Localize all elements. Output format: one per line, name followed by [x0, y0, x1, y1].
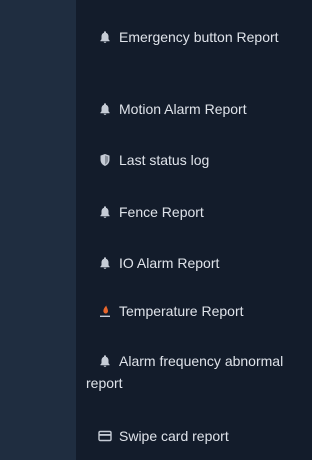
menu-item-alarm-frequency-abnormal-report[interactable]: Alarm frequency abnormal report	[86, 350, 308, 394]
shield-icon	[98, 153, 112, 167]
sidebar-frame: Emergency button Report Motion Alarm Rep…	[0, 0, 323, 460]
menu-item-label: Alarm frequency abnormal report	[86, 353, 284, 391]
bell-icon	[98, 102, 112, 116]
sidebar-rail	[0, 0, 76, 460]
bell-icon	[98, 205, 112, 219]
menu-item-swipe-card-report[interactable]: Swipe card report	[86, 425, 308, 447]
menu-item-temperature-report[interactable]: Temperature Report	[86, 300, 308, 322]
menu-item-last-status-log[interactable]: Last status log	[86, 149, 308, 171]
bell-icon	[98, 354, 112, 368]
menu-item-label: Fence Report	[119, 204, 204, 220]
menu-item-label: Temperature Report	[119, 303, 244, 319]
menu-item-io-alarm-report[interactable]: IO Alarm Report	[86, 252, 308, 274]
menu-item-emergency-button-report[interactable]: Emergency button Report	[86, 26, 308, 48]
menu-item-label: Swipe card report	[119, 428, 229, 444]
menu-item-motion-alarm-report[interactable]: Motion Alarm Report	[86, 98, 308, 120]
menu-item-label: Motion Alarm Report	[119, 101, 247, 117]
menu-item-fence-report[interactable]: Fence Report	[86, 201, 308, 223]
menu-item-label: Last status log	[119, 152, 210, 168]
menu-item-label: Emergency button Report	[119, 29, 279, 45]
bell-icon	[98, 30, 112, 44]
thermometer-icon	[98, 304, 112, 318]
bell-icon	[98, 256, 112, 270]
menu-item-label: IO Alarm Report	[119, 255, 220, 271]
card-icon	[98, 429, 112, 443]
